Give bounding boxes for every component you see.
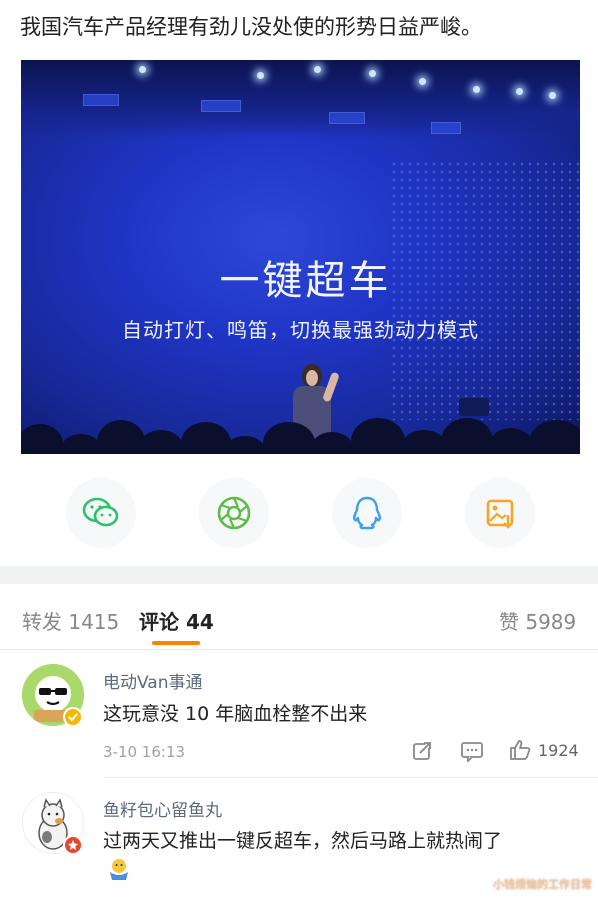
post-text: 我国汽车产品经理有劲儿没处使的形势日益严峻。 [20,15,482,39]
watermark-text: 小钱烦恼的工作日常 [493,878,592,891]
section-divider [0,566,598,584]
stage-light [257,72,264,79]
stage-light [419,78,426,85]
comment-reply-button[interactable] [460,740,484,762]
reply-comment-icon [461,742,483,762]
post-image[interactable]: 一键超车 自动打灯、鸣笛，切换最强劲动力模式 [21,60,580,454]
wechat-icon [82,497,119,527]
audience-silhouettes [21,414,580,454]
comment-divider [103,777,598,778]
moments-icon [217,496,251,530]
save-image-icon [486,499,514,529]
stage-light [473,86,480,93]
tab-comments-count: 44 [185,610,214,634]
slide-subtitle: 自动打灯、鸣笛，切换最强劲动力模式 [122,318,479,342]
comment-username[interactable]: 鱼籽包心留鱼丸 [103,796,222,821]
slide-title: 一键超车 [219,258,392,304]
comment-like-count: 1924 [538,740,579,760]
stage-light [549,92,556,99]
stage-light [139,66,146,73]
qq-icon [352,496,382,530]
tab-reposts-label: 转发 [22,610,62,634]
verified-badge-icon [63,707,83,727]
comment-username[interactable]: 电动Van事通 [103,668,203,693]
emoji-sticker-icon [110,859,128,880]
comment-repost-button[interactable] [411,740,433,762]
comment-like-button[interactable]: 1924 [508,738,579,762]
tab-likes-count: 5989 [525,610,577,634]
stage-screen-panel [431,122,461,134]
stage-screen-panel [83,94,119,106]
tab-reposts-count: 1415 [68,610,120,634]
save-image-button[interactable] [465,478,535,548]
stage-screen-panel [329,112,365,124]
member-badge-icon [63,835,83,855]
stage-light [516,88,523,95]
share-bar [0,478,598,550]
tabs-divider [0,649,598,650]
share-qq-button[interactable] [332,478,402,548]
tab-comments-label: 评论 [139,610,179,634]
stage-screen-panel [201,100,241,112]
active-tab-indicator [152,641,200,645]
share-moments-button[interactable] [199,478,269,548]
repost-icon [413,742,431,760]
comment-text: 这玩意没 10 年脑血栓整不出来 [103,703,368,725]
interaction-tabs: 转发 1415 评论 44 赞 5989 [0,598,598,648]
tab-comments[interactable]: 评论 44 [139,606,214,635]
stage-light [314,66,321,73]
stage-light [369,70,376,77]
tab-reposts[interactable]: 转发 1415 [22,606,119,635]
comment-timestamp: 3-10 16:13 [103,743,186,761]
share-wechat-button[interactable] [66,478,136,548]
comment-text: 过两天又推出一键反超车，然后马路上就热闹了 [103,830,503,852]
tab-likes-label: 赞 [499,610,519,634]
thumbs-up-icon [510,740,531,760]
tab-likes[interactable]: 赞 5989 [499,606,576,635]
